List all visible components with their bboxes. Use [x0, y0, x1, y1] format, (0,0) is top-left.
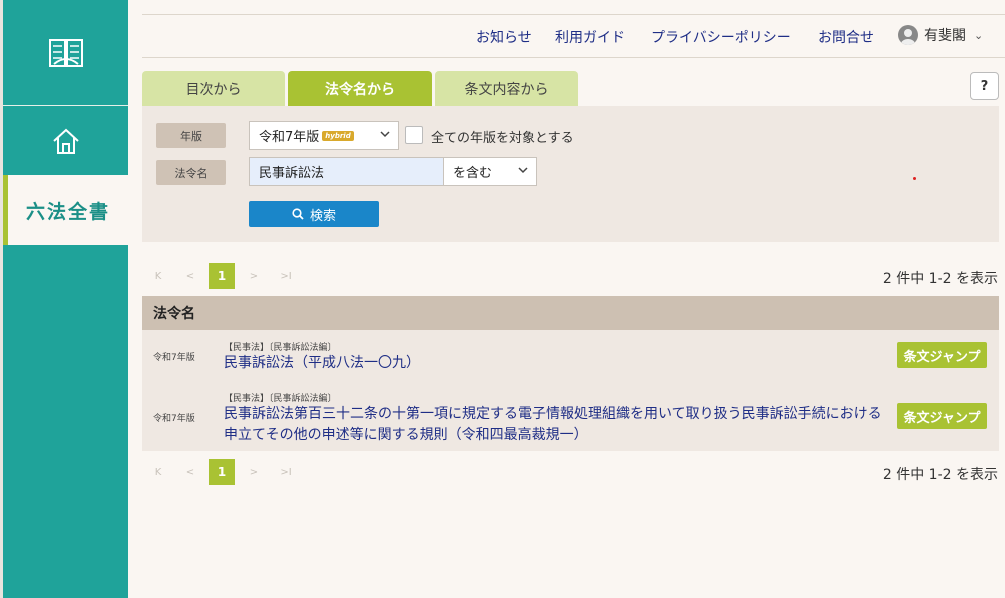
match-value: を含む: [453, 166, 493, 181]
search-button-label: 検索: [309, 208, 336, 224]
avatar-icon: [898, 25, 918, 45]
hybrid-badge: hybrid: [322, 130, 354, 141]
tab-law-name-label: 法令名から: [325, 81, 395, 98]
tab-article-content-label: 条文内容から: [464, 81, 549, 98]
home-button[interactable]: [3, 107, 128, 175]
sidebar-item-roppo[interactable]: 六法全書: [3, 175, 128, 245]
nav-news-link[interactable]: お知らせ: [476, 27, 532, 47]
result-count-top: 2 件中 1-2 を表示: [882, 271, 998, 287]
book-logo-icon: [48, 38, 83, 67]
table-row: 令和7年版 【民事法】〔民事訴訟法編〕 民事訴訟法第百三十二条の十第一項に規定す…: [142, 380, 999, 451]
last-page-button[interactable]: >I: [270, 467, 302, 478]
first-page-button[interactable]: K: [142, 467, 174, 478]
tab-toc-label: 目次から: [185, 81, 242, 98]
edition-label: 年版: [156, 123, 226, 148]
law-name-value: 民事訴訟法: [259, 166, 325, 181]
all-editions-checkbox[interactable]: [405, 126, 423, 144]
first-page-button[interactable]: K: [142, 271, 174, 282]
sidebar: 六法全書: [0, 0, 128, 598]
nav-guide[interactable]: 利用ガイド: [555, 26, 625, 48]
article-jump-button[interactable]: 条文ジャンプ: [897, 342, 987, 368]
row-category: 【民事法】〔民事訴訟法編〕: [224, 343, 337, 353]
tab-toc[interactable]: 目次から: [142, 71, 285, 106]
row-title-link[interactable]: 民事訴訟法（平成八法一〇九）: [224, 353, 889, 374]
sidebar-item-label: 六法全書: [25, 200, 110, 223]
search-button[interactable]: 検索: [249, 201, 379, 227]
pagination-bottom: K < 1 > >I: [142, 459, 302, 485]
chevron-down-icon: [380, 131, 390, 138]
edition-select[interactable]: 令和7年版 hybrid: [249, 121, 399, 150]
nav-contact-link[interactable]: お問合せ: [818, 27, 874, 47]
article-jump-button[interactable]: 条文ジャンプ: [897, 403, 987, 429]
results-body: 令和7年版 【民事法】〔民事訴訟法編〕 民事訴訟法（平成八法一〇九） 条文ジャン…: [142, 330, 999, 451]
user-menu[interactable]: 有斐閣 ⌄: [898, 25, 983, 45]
header-bottom-divider: [142, 57, 1005, 58]
logo[interactable]: [3, 0, 128, 106]
nav-privacy[interactable]: プライバシーポリシー: [651, 26, 791, 48]
all-editions-label: 全ての年版を対象とする: [431, 131, 574, 146]
row-edition: 令和7年版: [153, 353, 195, 363]
nav-guide-link[interactable]: 利用ガイド: [555, 27, 625, 47]
next-page-button[interactable]: >: [238, 271, 270, 282]
chevron-down-icon: [518, 167, 528, 174]
nav-news[interactable]: お知らせ: [476, 26, 532, 48]
law-name-label: 法令名: [156, 160, 226, 185]
edition-value: 令和7年版: [259, 130, 320, 145]
tab-article-content[interactable]: 条文内容から: [435, 71, 578, 106]
match-select[interactable]: を含む: [443, 157, 537, 186]
pagination-top: K < 1 > >I: [142, 263, 302, 289]
table-row: 令和7年版 【民事法】〔民事訴訟法編〕 民事訴訟法（平成八法一〇九） 条文ジャン…: [142, 330, 999, 380]
law-name-input[interactable]: 民事訴訟法: [249, 157, 444, 186]
row-category: 【民事法】〔民事訴訟法編〕: [224, 394, 337, 404]
user-name: 有斐閣: [924, 28, 966, 44]
nav-contact[interactable]: お問合せ: [818, 26, 874, 48]
next-page-button[interactable]: >: [238, 467, 270, 478]
result-count-bottom: 2 件中 1-2 を表示: [882, 467, 998, 483]
prev-page-button[interactable]: <: [174, 271, 206, 282]
current-page-button[interactable]: 1: [209, 459, 235, 485]
home-icon: [52, 128, 79, 154]
header-top-divider: [142, 14, 1005, 15]
red-dot: [913, 177, 916, 180]
row-title-link[interactable]: 民事訴訟法第百三十二条の十第一項に規定する電子情報処理組織を用いて取り扱う民事訴…: [224, 404, 889, 446]
prev-page-button[interactable]: <: [174, 467, 206, 478]
chevron-down-icon: ⌄: [974, 28, 984, 42]
nav-privacy-link[interactable]: プライバシーポリシー: [651, 27, 791, 47]
last-page-button[interactable]: >I: [270, 271, 302, 282]
tab-law-name[interactable]: 法令名から: [288, 71, 432, 106]
current-page-button[interactable]: 1: [209, 263, 235, 289]
results-header: 法令名: [142, 296, 999, 330]
row-edition: 令和7年版: [153, 414, 195, 424]
search-icon: [292, 208, 304, 220]
help-button[interactable]: ?: [970, 72, 999, 100]
